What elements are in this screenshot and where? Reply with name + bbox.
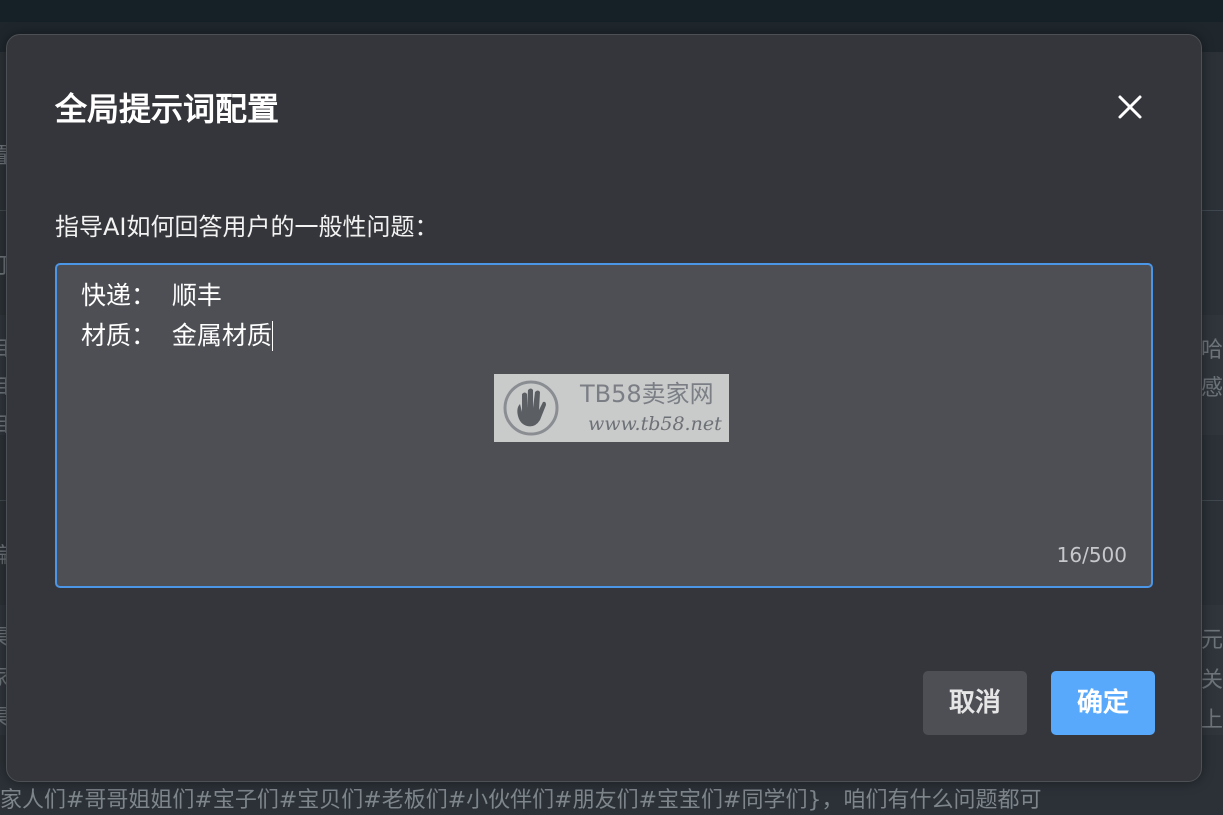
background-right-text: 关注 (1201, 668, 1223, 693)
watermark-brand: TB58卖家网 (580, 380, 714, 408)
cancel-button[interactable]: 取消 (923, 671, 1027, 735)
textarea-line-text: 快递： 顺丰 (81, 281, 222, 310)
background-right-text: 哈 (1201, 338, 1223, 363)
char-count: 16/500 (1056, 543, 1127, 567)
background-right-text: 元 (1201, 628, 1223, 653)
background-right-text: 上大 (1201, 708, 1223, 733)
textarea-line: 快递： 顺丰 (81, 281, 222, 311)
prompt-textarea[interactable]: 快递： 顺丰 材质： 金属材质 TB58卖家网 www.tb58.net 16/… (55, 263, 1153, 588)
hand-logo-icon (503, 380, 559, 436)
background-right-text: 感 (1201, 376, 1223, 401)
prompt-config-dialog: 全局提示词配置 指导AI如何回答用户的一般性问题： 快递： 顺丰 材质： 金属材… (6, 34, 1202, 782)
text-caret (271, 321, 273, 351)
confirm-button[interactable]: 确定 (1051, 671, 1155, 735)
dialog-title: 全局提示词配置 (55, 90, 280, 128)
watermark-url: www.tb58.net (588, 413, 722, 435)
prompt-field-label: 指导AI如何回答用户的一般性问题： (55, 213, 439, 241)
textarea-line-text: 材质： 金属材质 (81, 321, 272, 350)
background-bottom-text: 家人们#哥哥姐姐们#宝子们#宝贝们#老板们#小伙伴们#朋友们#宝宝们#同学们}，… (0, 788, 1042, 813)
close-button[interactable] (1113, 90, 1147, 124)
watermark: TB58卖家网 www.tb58.net (494, 374, 729, 442)
textarea-line: 材质： 金属材质 (81, 321, 273, 351)
background-top-bar (0, 0, 1223, 22)
close-icon (1118, 95, 1142, 119)
